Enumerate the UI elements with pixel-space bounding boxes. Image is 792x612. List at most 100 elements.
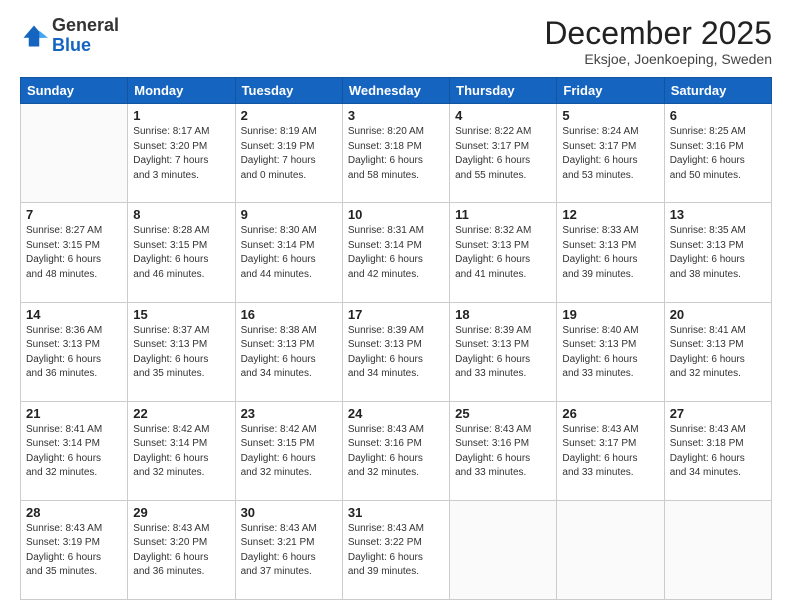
logo-general-text: General [52,15,119,35]
day-number: 25 [455,406,551,421]
day-info: Sunrise: 8:43 AM Sunset: 3:17 PM Dayligh… [562,423,658,481]
day-info: Sunrise: 8:43 AM Sunset: 3:16 PM Dayligh… [348,423,444,481]
logo-blue-text: Blue [52,35,91,55]
calendar-table: Sunday Monday Tuesday Wednesday Thursday… [20,77,772,600]
day-number: 6 [670,108,766,123]
day-number: 18 [455,307,551,322]
page: General Blue December 2025 Eksjoe, Joenk… [0,0,792,612]
calendar-cell: 2Sunrise: 8:19 AM Sunset: 3:19 PM Daylig… [235,104,342,203]
col-wednesday: Wednesday [342,78,449,104]
day-info: Sunrise: 8:19 AM Sunset: 3:19 PM Dayligh… [241,125,337,183]
day-info: Sunrise: 8:40 AM Sunset: 3:13 PM Dayligh… [562,324,658,382]
calendar-cell: 16 Sunrise: 8:38 AM Sunset: 3:13 PM Dayli… [235,302,342,401]
day-info: Sunrise: 8:39 AM Sunset: 3:13 PM Dayligh… [348,324,444,382]
col-saturday: Saturday [664,78,771,104]
calendar-cell: 30 Sunrise: 8:43 AM Sunset: 3:21 PM Dayli… [235,500,342,599]
logo: General Blue [20,16,119,56]
day-info: Sunrise: 8:43 AM Sunset: 3:20 PM Dayligh… [133,522,229,580]
day-number: 5 [562,108,658,123]
calendar-week-4: 21Sunrise: 8:41 AM Sunset: 3:14 PM Dayli… [21,401,772,500]
calendar-cell: 10 Sunrise: 8:31 AM Sunset: 3:14 PM Dayli… [342,203,449,302]
day-info: Sunrise: 8:39 AM Sunset: 3:13 PM Dayligh… [455,324,551,382]
calendar-cell [664,500,771,599]
day-number: 15 [133,307,229,322]
calendar-cell: 27Sunrise: 8:43 AM Sunset: 3:18 PM Dayli… [664,401,771,500]
day-number: 30 [241,505,337,520]
calendar-cell: 31 Sunrise: 8:43 AM Sunset: 3:22 PM Dayli… [342,500,449,599]
calendar-cell: 11 Sunrise: 8:32 AM Sunset: 3:13 PM Dayli… [450,203,557,302]
calendar-cell: 18 Sunrise: 8:39 AM Sunset: 3:13 PM Dayli… [450,302,557,401]
calendar-cell: 6 Sunrise: 8:25 AM Sunset: 3:16 PM Daylig… [664,104,771,203]
calendar-cell: 12Sunrise: 8:33 AM Sunset: 3:13 PM Dayli… [557,203,664,302]
calendar-cell: 21Sunrise: 8:41 AM Sunset: 3:14 PM Dayli… [21,401,128,500]
day-number: 23 [241,406,337,421]
calendar-cell: 22 Sunrise: 8:42 AM Sunset: 3:14 PM Dayli… [128,401,235,500]
col-friday: Friday [557,78,664,104]
calendar-cell: 3 Sunrise: 8:20 AM Sunset: 3:18 PM Daylig… [342,104,449,203]
day-info: Sunrise: 8:36 AM Sunset: 3:13 PM Dayligh… [26,324,122,382]
day-number: 17 [348,307,444,322]
calendar-cell: 19Sunrise: 8:40 AM Sunset: 3:13 PM Dayli… [557,302,664,401]
calendar-cell: 14 Sunrise: 8:36 AM Sunset: 3:13 PM Dayli… [21,302,128,401]
day-number: 3 [348,108,444,123]
logo-icon [20,22,48,50]
day-info: Sunrise: 8:38 AM Sunset: 3:13 PM Dayligh… [241,324,337,382]
calendar-cell: 24 Sunrise: 8:43 AM Sunset: 3:16 PM Dayli… [342,401,449,500]
calendar-cell: 26 Sunrise: 8:43 AM Sunset: 3:17 PM Dayli… [557,401,664,500]
header: General Blue December 2025 Eksjoe, Joenk… [20,16,772,67]
day-number: 24 [348,406,444,421]
calendar-cell: 17 Sunrise: 8:39 AM Sunset: 3:13 PM Dayli… [342,302,449,401]
day-number: 27 [670,406,766,421]
calendar-cell: 28Sunrise: 8:43 AM Sunset: 3:19 PM Dayli… [21,500,128,599]
day-info: Sunrise: 8:30 AM Sunset: 3:14 PM Dayligh… [241,224,337,282]
day-info: Sunrise: 8:31 AM Sunset: 3:14 PM Dayligh… [348,224,444,282]
calendar-cell: 5 Sunrise: 8:24 AM Sunset: 3:17 PM Daylig… [557,104,664,203]
title-block: December 2025 Eksjoe, Joenkoeping, Swede… [544,16,772,67]
day-info: Sunrise: 8:41 AM Sunset: 3:14 PM Dayligh… [26,423,122,481]
day-info: Sunrise: 8:24 AM Sunset: 3:17 PM Dayligh… [562,125,658,183]
calendar-week-3: 14 Sunrise: 8:36 AM Sunset: 3:13 PM Dayli… [21,302,772,401]
day-number: 11 [455,207,551,222]
day-info: Sunrise: 8:43 AM Sunset: 3:22 PM Dayligh… [348,522,444,580]
calendar-cell: 25 Sunrise: 8:43 AM Sunset: 3:16 PM Dayli… [450,401,557,500]
day-number: 22 [133,406,229,421]
col-monday: Monday [128,78,235,104]
calendar-cell: 4Sunrise: 8:22 AM Sunset: 3:17 PM Daylig… [450,104,557,203]
day-info: Sunrise: 8:35 AM Sunset: 3:13 PM Dayligh… [670,224,766,282]
col-sunday: Sunday [21,78,128,104]
day-info: Sunrise: 8:25 AM Sunset: 3:16 PM Dayligh… [670,125,766,183]
col-thursday: Thursday [450,78,557,104]
col-tuesday: Tuesday [235,78,342,104]
day-info: Sunrise: 8:22 AM Sunset: 3:17 PM Dayligh… [455,125,551,183]
day-info: Sunrise: 8:43 AM Sunset: 3:19 PM Dayligh… [26,522,122,580]
day-info: Sunrise: 8:33 AM Sunset: 3:13 PM Dayligh… [562,224,658,282]
day-number: 7 [26,207,122,222]
day-info: Sunrise: 8:42 AM Sunset: 3:14 PM Dayligh… [133,423,229,481]
day-number: 10 [348,207,444,222]
day-number: 20 [670,307,766,322]
calendar-cell [450,500,557,599]
day-info: Sunrise: 8:32 AM Sunset: 3:13 PM Dayligh… [455,224,551,282]
day-info: Sunrise: 8:28 AM Sunset: 3:15 PM Dayligh… [133,224,229,282]
day-info: Sunrise: 8:41 AM Sunset: 3:13 PM Dayligh… [670,324,766,382]
day-number: 14 [26,307,122,322]
month-title: December 2025 [544,16,772,51]
day-info: Sunrise: 8:43 AM Sunset: 3:16 PM Dayligh… [455,423,551,481]
day-info: Sunrise: 8:27 AM Sunset: 3:15 PM Dayligh… [26,224,122,282]
calendar-week-5: 28Sunrise: 8:43 AM Sunset: 3:19 PM Dayli… [21,500,772,599]
day-number: 31 [348,505,444,520]
calendar-cell: 9Sunrise: 8:30 AM Sunset: 3:14 PM Daylig… [235,203,342,302]
calendar-week-2: 7 Sunrise: 8:27 AM Sunset: 3:15 PM Daylig… [21,203,772,302]
calendar-header-row: Sunday Monday Tuesday Wednesday Thursday… [21,78,772,104]
day-info: Sunrise: 8:20 AM Sunset: 3:18 PM Dayligh… [348,125,444,183]
day-info: Sunrise: 8:43 AM Sunset: 3:21 PM Dayligh… [241,522,337,580]
calendar-cell: 15 Sunrise: 8:37 AM Sunset: 3:13 PM Dayli… [128,302,235,401]
day-number: 26 [562,406,658,421]
calendar-week-1: 1Sunrise: 8:17 AM Sunset: 3:20 PM Daylig… [21,104,772,203]
day-info: Sunrise: 8:37 AM Sunset: 3:13 PM Dayligh… [133,324,229,382]
calendar-cell: 23Sunrise: 8:42 AM Sunset: 3:15 PM Dayli… [235,401,342,500]
calendar-cell [21,104,128,203]
day-number: 1 [133,108,229,123]
day-number: 16 [241,307,337,322]
calendar-cell: 29Sunrise: 8:43 AM Sunset: 3:20 PM Dayli… [128,500,235,599]
